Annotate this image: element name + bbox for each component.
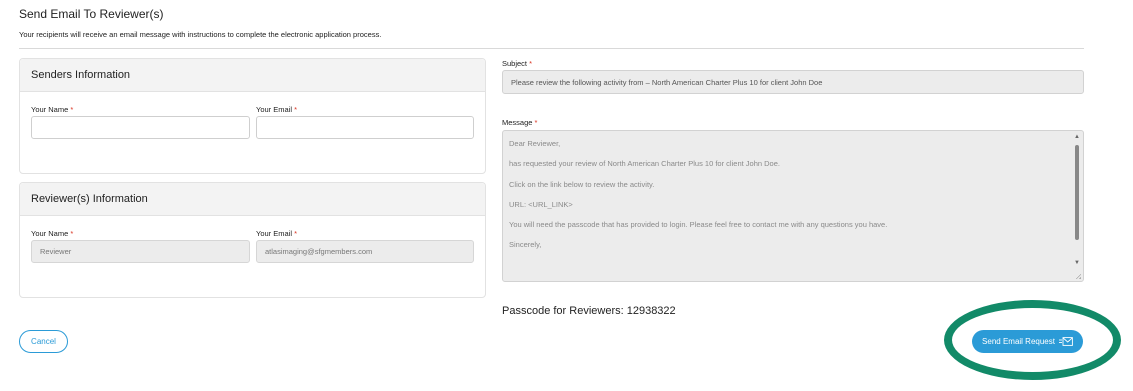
scroll-thumb[interactable]: [1075, 145, 1079, 240]
message-line: Sincerely,: [509, 240, 542, 249]
senders-panel: Senders Information Your Name * Your Ema…: [19, 58, 486, 174]
required-marker: *: [294, 229, 298, 238]
sender-email-label: Your Email *: [256, 105, 298, 114]
scroll-up-icon[interactable]: ▲: [1073, 133, 1081, 141]
message-line: Click on the link below to review the ac…: [509, 180, 655, 189]
sender-name-input[interactable]: [31, 116, 250, 139]
send-button-label: Send Email Request: [982, 337, 1055, 346]
required-marker: *: [70, 229, 74, 238]
reviewers-panel-header: Reviewer(s) Information: [20, 183, 485, 216]
scroll-down-icon[interactable]: ▼: [1073, 259, 1081, 267]
reviewers-panel: Reviewer(s) Information Your Name * Revi…: [19, 182, 486, 298]
message-line: has requested your review of North Ameri…: [509, 159, 780, 168]
passcode-text: Passcode for Reviewers: 12938322: [502, 305, 676, 317]
subject-input[interactable]: Please review the following activity fro…: [502, 70, 1084, 94]
sender-name-label: Your Name *: [31, 105, 74, 114]
page-title: Send Email To Reviewer(s): [19, 7, 164, 21]
resize-handle-icon[interactable]: [1075, 273, 1081, 279]
reviewer-email-input[interactable]: atlasimaging@sfgmembers.com: [256, 240, 474, 263]
reviewer-email-label: Your Email *: [256, 229, 298, 238]
required-marker: *: [70, 105, 74, 114]
senders-panel-header: Senders Information: [20, 59, 485, 92]
send-email-request-button[interactable]: Send Email Request: [972, 330, 1083, 353]
page-subtitle: Your recipients will receive an email me…: [19, 30, 382, 39]
message-line: Dear Reviewer,: [509, 139, 561, 148]
message-line: URL: <URL_LINK>: [509, 200, 573, 209]
message-label: Message *: [502, 118, 538, 127]
message-scrollbar[interactable]: ▲ ▼: [1073, 133, 1081, 267]
reviewer-name-label: Your Name *: [31, 229, 74, 238]
divider: [19, 48, 1084, 49]
message-textarea[interactable]: Dear Reviewer, has requested your review…: [502, 130, 1084, 282]
required-marker: *: [529, 59, 533, 68]
subject-label: Subject *: [502, 59, 533, 68]
email-send-icon: [1058, 337, 1073, 346]
message-line: You will need the passcode that has prov…: [509, 220, 888, 229]
sender-email-input[interactable]: [256, 116, 474, 139]
reviewer-name-input[interactable]: Reviewer: [31, 240, 250, 263]
required-marker: *: [294, 105, 298, 114]
cancel-button[interactable]: Cancel: [19, 330, 68, 353]
required-marker: *: [534, 118, 538, 127]
